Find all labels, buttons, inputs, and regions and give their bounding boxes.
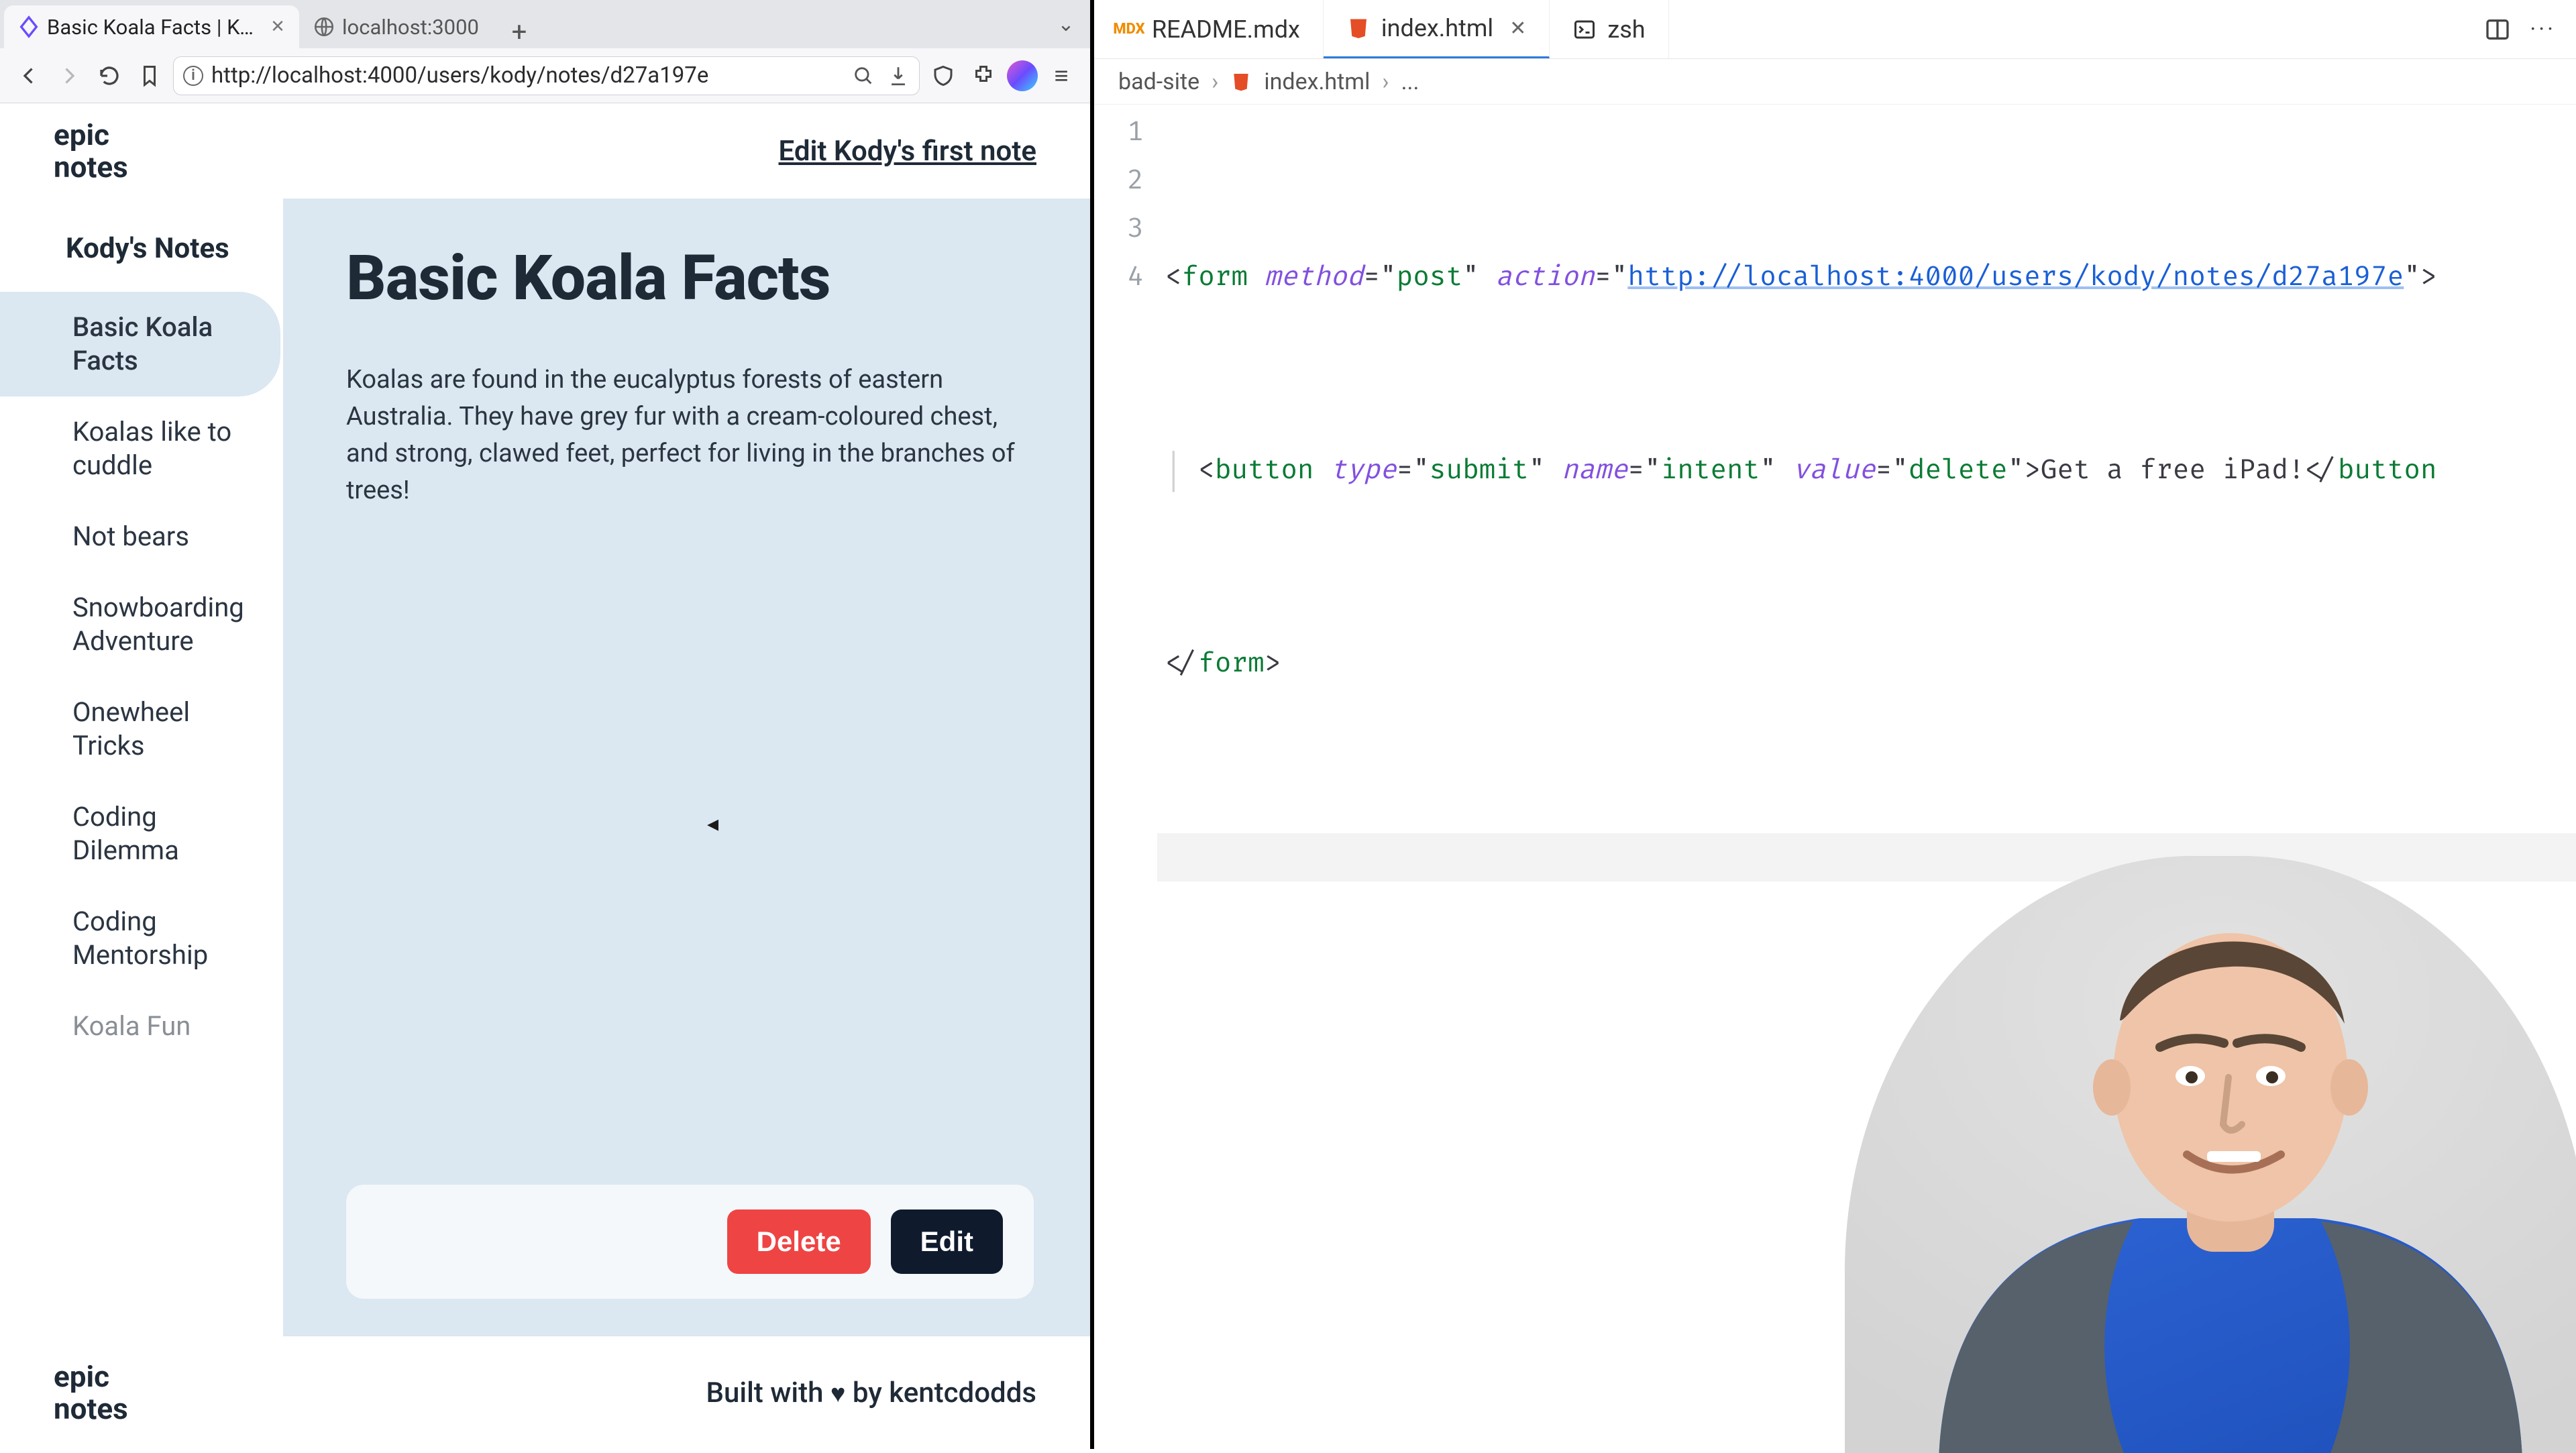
browser-toolbar: i http://localhost:4000/users/kody/notes… xyxy=(0,48,1090,103)
browser-tab[interactable]: localhost:3000 xyxy=(299,5,491,48)
back-button[interactable] xyxy=(12,59,46,93)
footer-brand-line1: epic xyxy=(54,1360,128,1393)
code-line[interactable]: │ <button type="submit" name="intent" va… xyxy=(1157,447,2576,495)
shield-icon[interactable] xyxy=(926,59,960,93)
globe-icon xyxy=(313,15,335,38)
html-file-icon xyxy=(1230,71,1252,93)
editor-tab-index[interactable]: index.html ✕ xyxy=(1324,0,1550,58)
sidebar-item-note[interactable]: Onewheel Tricks xyxy=(0,677,280,782)
urlbar-right xyxy=(852,64,910,87)
editor-tabs-right: ··· xyxy=(2484,0,2576,58)
delete-button[interactable]: Delete xyxy=(727,1209,871,1274)
editor-tab-label: index.html xyxy=(1381,14,1493,42)
browser-tab-title: Basic Koala Facts | Kody's Note xyxy=(47,15,262,40)
browser-tab-title: localhost:3000 xyxy=(342,15,479,40)
sidebar-item-note[interactable]: Coding Dilemma xyxy=(0,782,280,886)
mouse-cursor-icon: ◂ xyxy=(707,810,718,837)
footer-brand-line2: notes xyxy=(54,1393,128,1425)
chevron-right-icon: › xyxy=(1212,68,1218,95)
split-editor-icon[interactable] xyxy=(2484,16,2511,43)
code-line[interactable]: <form method="post" action="http://local… xyxy=(1157,254,2576,302)
sidebar: Kody's Notes Basic Koala Facts Koalas li… xyxy=(0,199,283,1336)
breadcrumb-file: index.html xyxy=(1264,68,1370,95)
terminal-icon xyxy=(1572,17,1597,42)
favicon-icon xyxy=(17,15,40,38)
chevron-right-icon: › xyxy=(1382,68,1389,95)
search-icon[interactable] xyxy=(852,64,875,87)
browser-tab-active[interactable]: Basic Koala Facts | Kody's Note ✕ xyxy=(4,5,299,48)
heart-icon: ♥ xyxy=(830,1379,846,1409)
html-file-icon xyxy=(1346,16,1371,40)
note-action-bar: Delete Edit xyxy=(346,1185,1034,1299)
sidebar-item-note[interactable]: Koala Fun xyxy=(0,991,280,1062)
sidebar-item-note[interactable]: Basic Koala Facts xyxy=(0,292,280,396)
breadcrumb-folder: bad-site xyxy=(1118,68,1199,95)
brand-logo[interactable]: epic notes xyxy=(54,119,128,184)
editor-tab-bar: MDX README.mdx index.html ✕ zsh ··· xyxy=(1094,0,2576,59)
note-title: Basic Koala Facts xyxy=(346,241,1034,315)
edit-note-link[interactable]: Edit Kody's first note xyxy=(779,135,1036,168)
code-line[interactable] xyxy=(1157,833,2576,881)
tab-close-icon[interactable]: ✕ xyxy=(268,17,287,36)
note-body: Koalas are found in the eucalyptus fores… xyxy=(346,362,1024,509)
download-icon[interactable] xyxy=(887,64,910,87)
editor-tab-zsh[interactable]: zsh xyxy=(1550,0,1668,58)
editor-tab-label: README.mdx xyxy=(1152,15,1300,44)
breadcrumb-trail: ... xyxy=(1401,68,1419,95)
forward-button[interactable] xyxy=(52,59,86,93)
sidebar-item-note[interactable]: Not bears xyxy=(0,501,280,572)
tabs-overflow-icon[interactable]: ⌄ xyxy=(1051,9,1081,39)
menu-button[interactable]: ≡ xyxy=(1044,59,1078,93)
mdx-file-icon: MDX xyxy=(1117,17,1141,42)
editor-tab-readme[interactable]: MDX README.mdx xyxy=(1094,0,1324,58)
new-tab-button[interactable]: + xyxy=(499,15,539,48)
footer-built-prefix: Built with xyxy=(706,1377,824,1409)
editor-tab-label: zsh xyxy=(1607,15,1645,44)
editor-breadcrumbs[interactable]: bad-site › index.html › ... xyxy=(1094,59,2576,105)
url-text: http://localhost:4000/users/kody/notes/d… xyxy=(211,62,844,89)
footer-credit: Built with ♥ by kentcdodds xyxy=(706,1377,1037,1409)
line-number-gutter: 1 2 3 4 xyxy=(1094,105,1157,1449)
footer-built-suffix: by kentcdodds xyxy=(853,1377,1036,1409)
extensions-icon[interactable] xyxy=(967,59,1000,93)
bookmark-button[interactable] xyxy=(133,59,166,93)
app-body: Kody's Notes Basic Koala Facts Koalas li… xyxy=(0,199,1090,1336)
browser-pane: Basic Koala Facts | Kody's Note ✕ localh… xyxy=(0,0,1094,1449)
browser-tab-strip: Basic Koala Facts | Kody's Note ✕ localh… xyxy=(0,0,1090,48)
sidebar-item-note[interactable]: Coding Mentorship xyxy=(0,886,280,991)
editor-pane: MDX README.mdx index.html ✕ zsh ··· bad-… xyxy=(1094,0,2576,1449)
edit-button[interactable]: Edit xyxy=(891,1209,1003,1274)
more-icon[interactable]: ··· xyxy=(2530,16,2556,43)
close-icon[interactable]: ✕ xyxy=(1509,17,1526,40)
sidebar-title: Kody's Notes xyxy=(0,217,283,292)
url-bar[interactable]: i http://localhost:4000/users/kody/notes… xyxy=(173,56,920,95)
line-number: 2 xyxy=(1094,157,1157,205)
site-info-icon[interactable]: i xyxy=(183,66,203,86)
app-header: epic notes Edit Kody's first note xyxy=(0,103,1090,199)
footer-brand[interactable]: epic notes xyxy=(54,1360,128,1425)
sidebar-item-note[interactable]: Snowboarding Adventure xyxy=(0,572,280,677)
app-footer: epic notes Built with ♥ by kentcdodds xyxy=(0,1336,1090,1449)
line-number: 3 xyxy=(1094,205,1157,254)
line-number: 4 xyxy=(1094,254,1157,302)
line-number: 1 xyxy=(1094,109,1157,157)
sidebar-item-note[interactable]: Koalas like to cuddle xyxy=(0,396,280,501)
brand-line2: notes xyxy=(54,151,128,183)
app-root: epic notes Edit Kody's first note Kody's… xyxy=(0,103,1090,1449)
brand-line1: epic xyxy=(54,119,128,151)
note-pane: Basic Koala Facts Koalas are found in th… xyxy=(283,199,1090,1336)
profile-avatar[interactable] xyxy=(1007,60,1038,91)
code-line[interactable]: </form> xyxy=(1157,640,2576,688)
reload-button[interactable] xyxy=(93,59,126,93)
